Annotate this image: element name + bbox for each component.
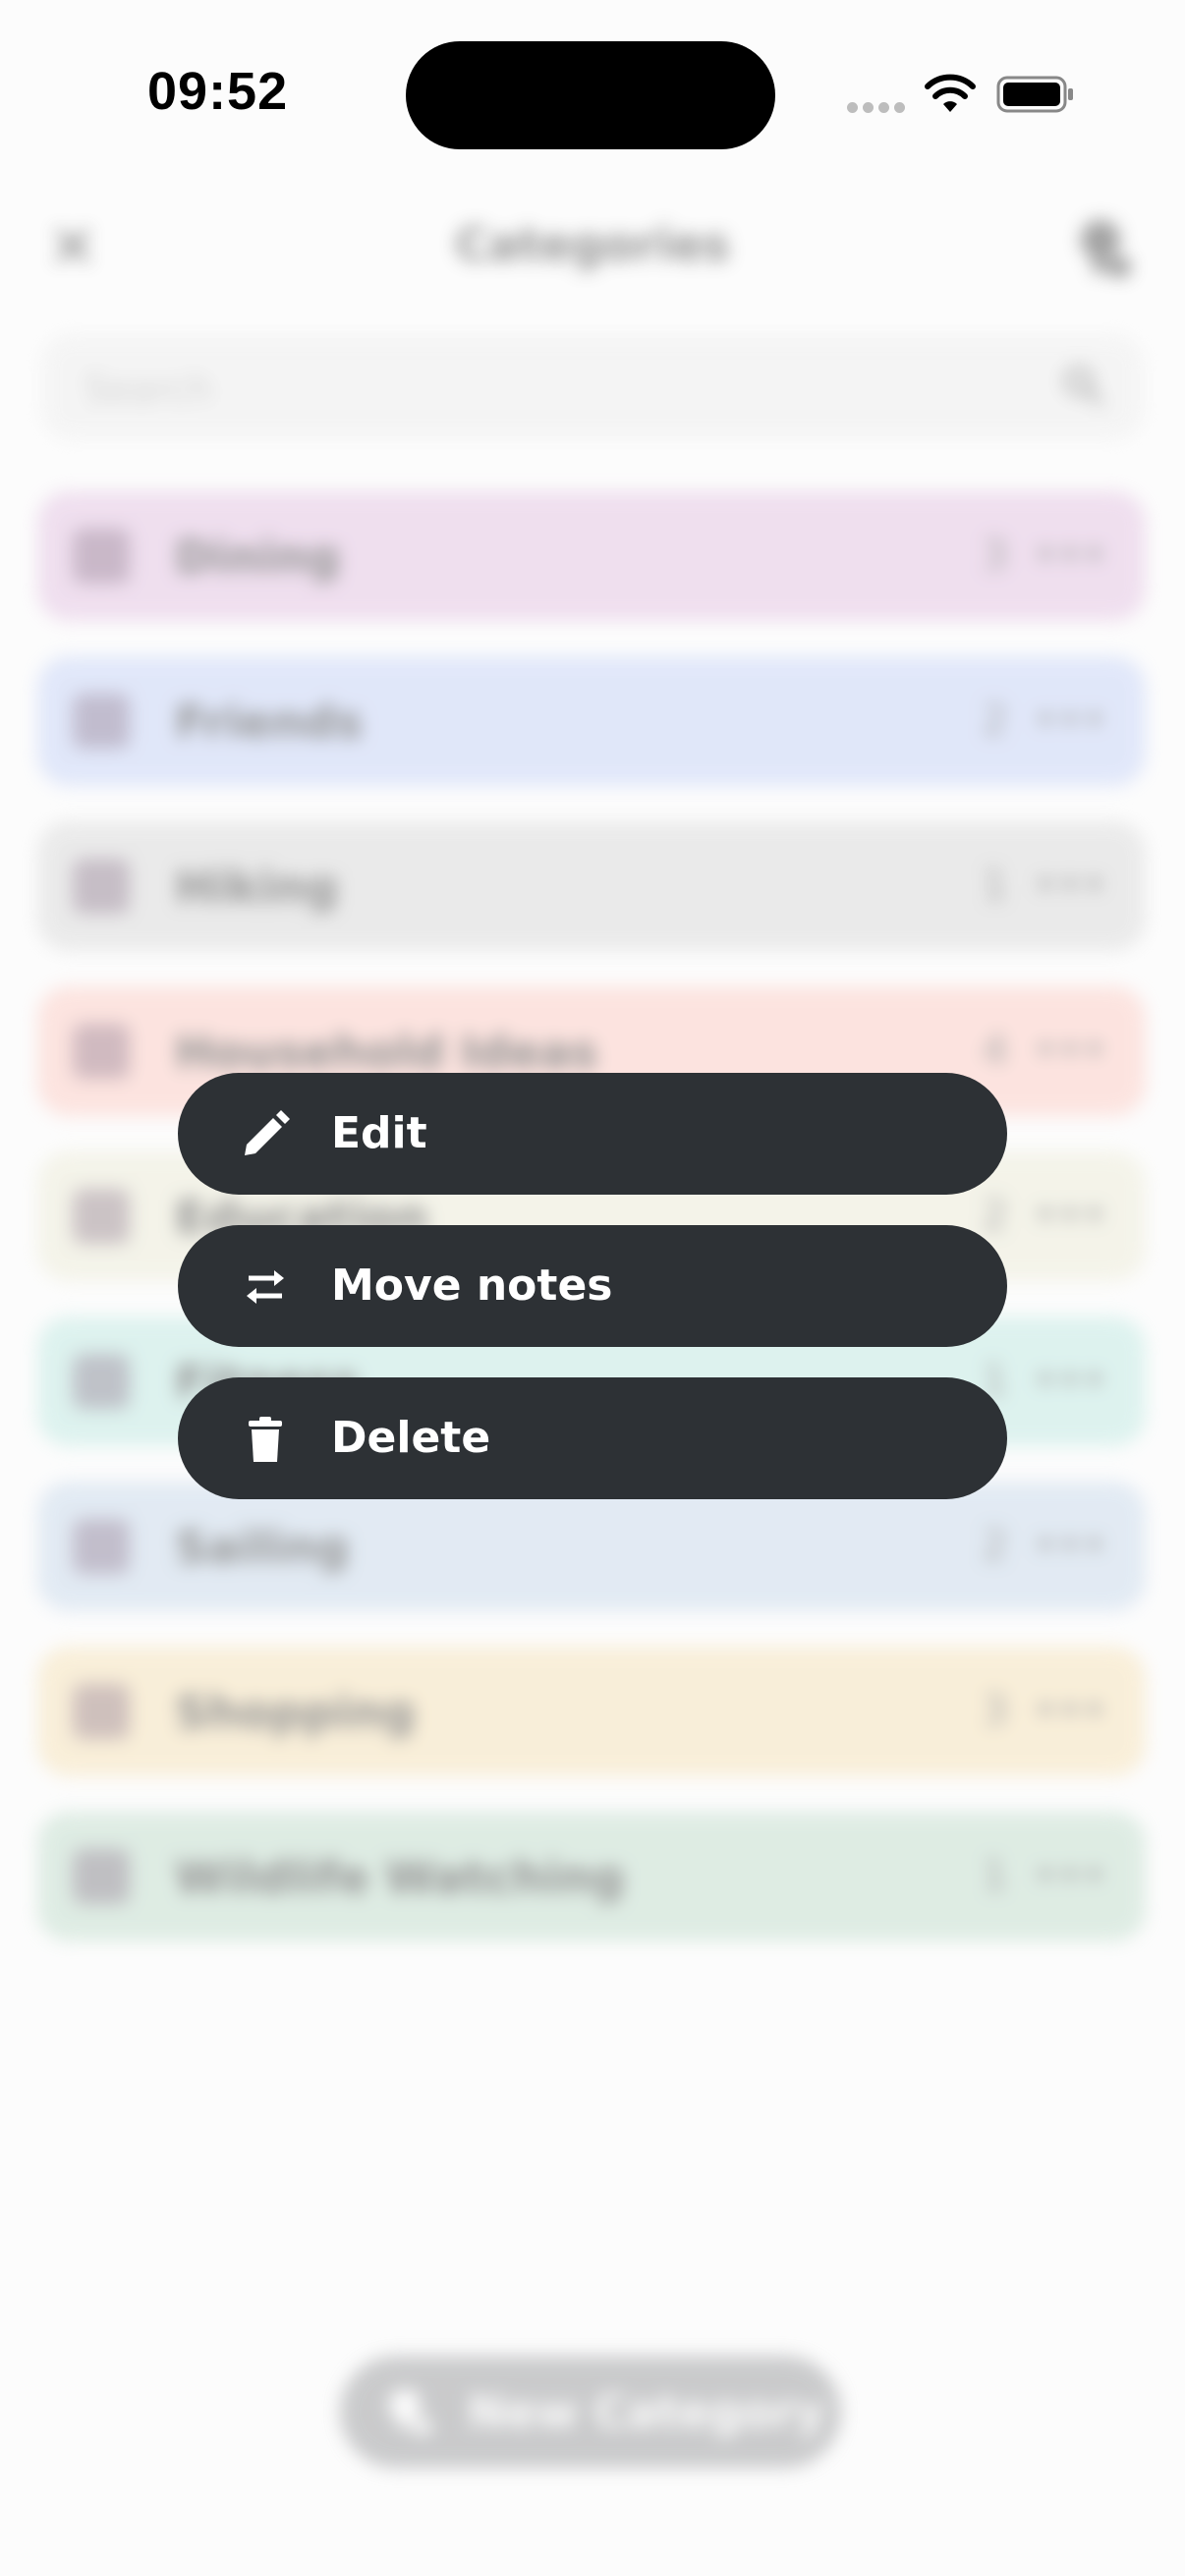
category-icon	[73, 1354, 130, 1409]
more-options-icon[interactable]: •••	[1034, 1686, 1106, 1734]
category-icon	[73, 1519, 130, 1574]
new-category-label: New Category	[468, 2385, 825, 2438]
category-row[interactable]: Dining 3 •••	[37, 491, 1146, 621]
search-placeholder: Search	[85, 367, 213, 411]
pencil-icon	[241, 1110, 290, 1159]
swap-arrows-icon	[241, 1262, 290, 1312]
category-label: Friends	[175, 696, 364, 749]
more-options-icon[interactable]: •••	[1034, 1026, 1106, 1074]
lightbulb-icon[interactable]	[1073, 212, 1132, 281]
status-time: 09:52	[147, 62, 289, 121]
category-row[interactable]: Hiking 1 •••	[37, 821, 1146, 951]
category-icon	[73, 694, 130, 749]
search-icon	[1064, 366, 1103, 406]
page-title: Categories	[455, 218, 730, 271]
more-options-icon[interactable]: •••	[1034, 1356, 1106, 1404]
category-label: Dining	[175, 531, 341, 584]
category-icon	[73, 529, 130, 584]
trash-icon	[241, 1415, 290, 1464]
more-options-icon[interactable]: •••	[1034, 696, 1106, 744]
edit-button[interactable]: Edit	[178, 1073, 1007, 1195]
context-menu: Edit Move notes Delete	[178, 1073, 1007, 1530]
status-bar: 09:52	[0, 0, 1185, 187]
category-count: 2	[982, 696, 1008, 744]
move-notes-label: Move notes	[331, 1260, 613, 1311]
category-icon	[73, 1189, 130, 1244]
category-label: Hiking	[175, 861, 339, 914]
category-count: 1	[982, 1851, 1008, 1899]
dynamic-island	[406, 41, 775, 149]
cellular-signal-icon	[847, 102, 905, 113]
edit-label: Edit	[331, 1108, 427, 1158]
category-icon	[73, 1849, 130, 1904]
more-options-icon[interactable]: •••	[1034, 1521, 1106, 1569]
category-label: Household Ideas	[175, 1026, 598, 1079]
category-row[interactable]: Shopping 3 •••	[37, 1647, 1146, 1776]
category-label: Wildlife Watching	[175, 1851, 625, 1904]
category-count: 3	[982, 531, 1008, 579]
wifi-icon	[925, 74, 976, 112]
more-options-icon[interactable]: •••	[1034, 1191, 1106, 1239]
category-label: Shopping	[175, 1686, 416, 1739]
more-options-icon[interactable]: •••	[1034, 531, 1106, 579]
category-icon	[73, 859, 130, 914]
more-options-icon[interactable]: •••	[1034, 861, 1106, 909]
delete-button[interactable]: Delete	[178, 1377, 1007, 1499]
more-options-icon[interactable]: •••	[1034, 1851, 1106, 1899]
delete-label: Delete	[331, 1413, 491, 1463]
move-notes-button[interactable]: Move notes	[178, 1225, 1007, 1347]
category-count: 3	[982, 1686, 1008, 1734]
category-row[interactable]: Wildlife Watching 1 •••	[37, 1812, 1146, 1941]
battery-icon	[996, 76, 1073, 113]
category-icon	[73, 1024, 130, 1079]
category-row[interactable]: Friends 2 •••	[37, 656, 1146, 786]
category-count: 4	[982, 1026, 1008, 1074]
category-icon	[73, 1684, 130, 1739]
search-bar[interactable]: Search	[41, 334, 1144, 440]
category-count: 1	[982, 861, 1008, 909]
new-category-button[interactable]: New Category	[340, 2356, 841, 2468]
lightbulb-plus-icon	[389, 2389, 431, 2436]
